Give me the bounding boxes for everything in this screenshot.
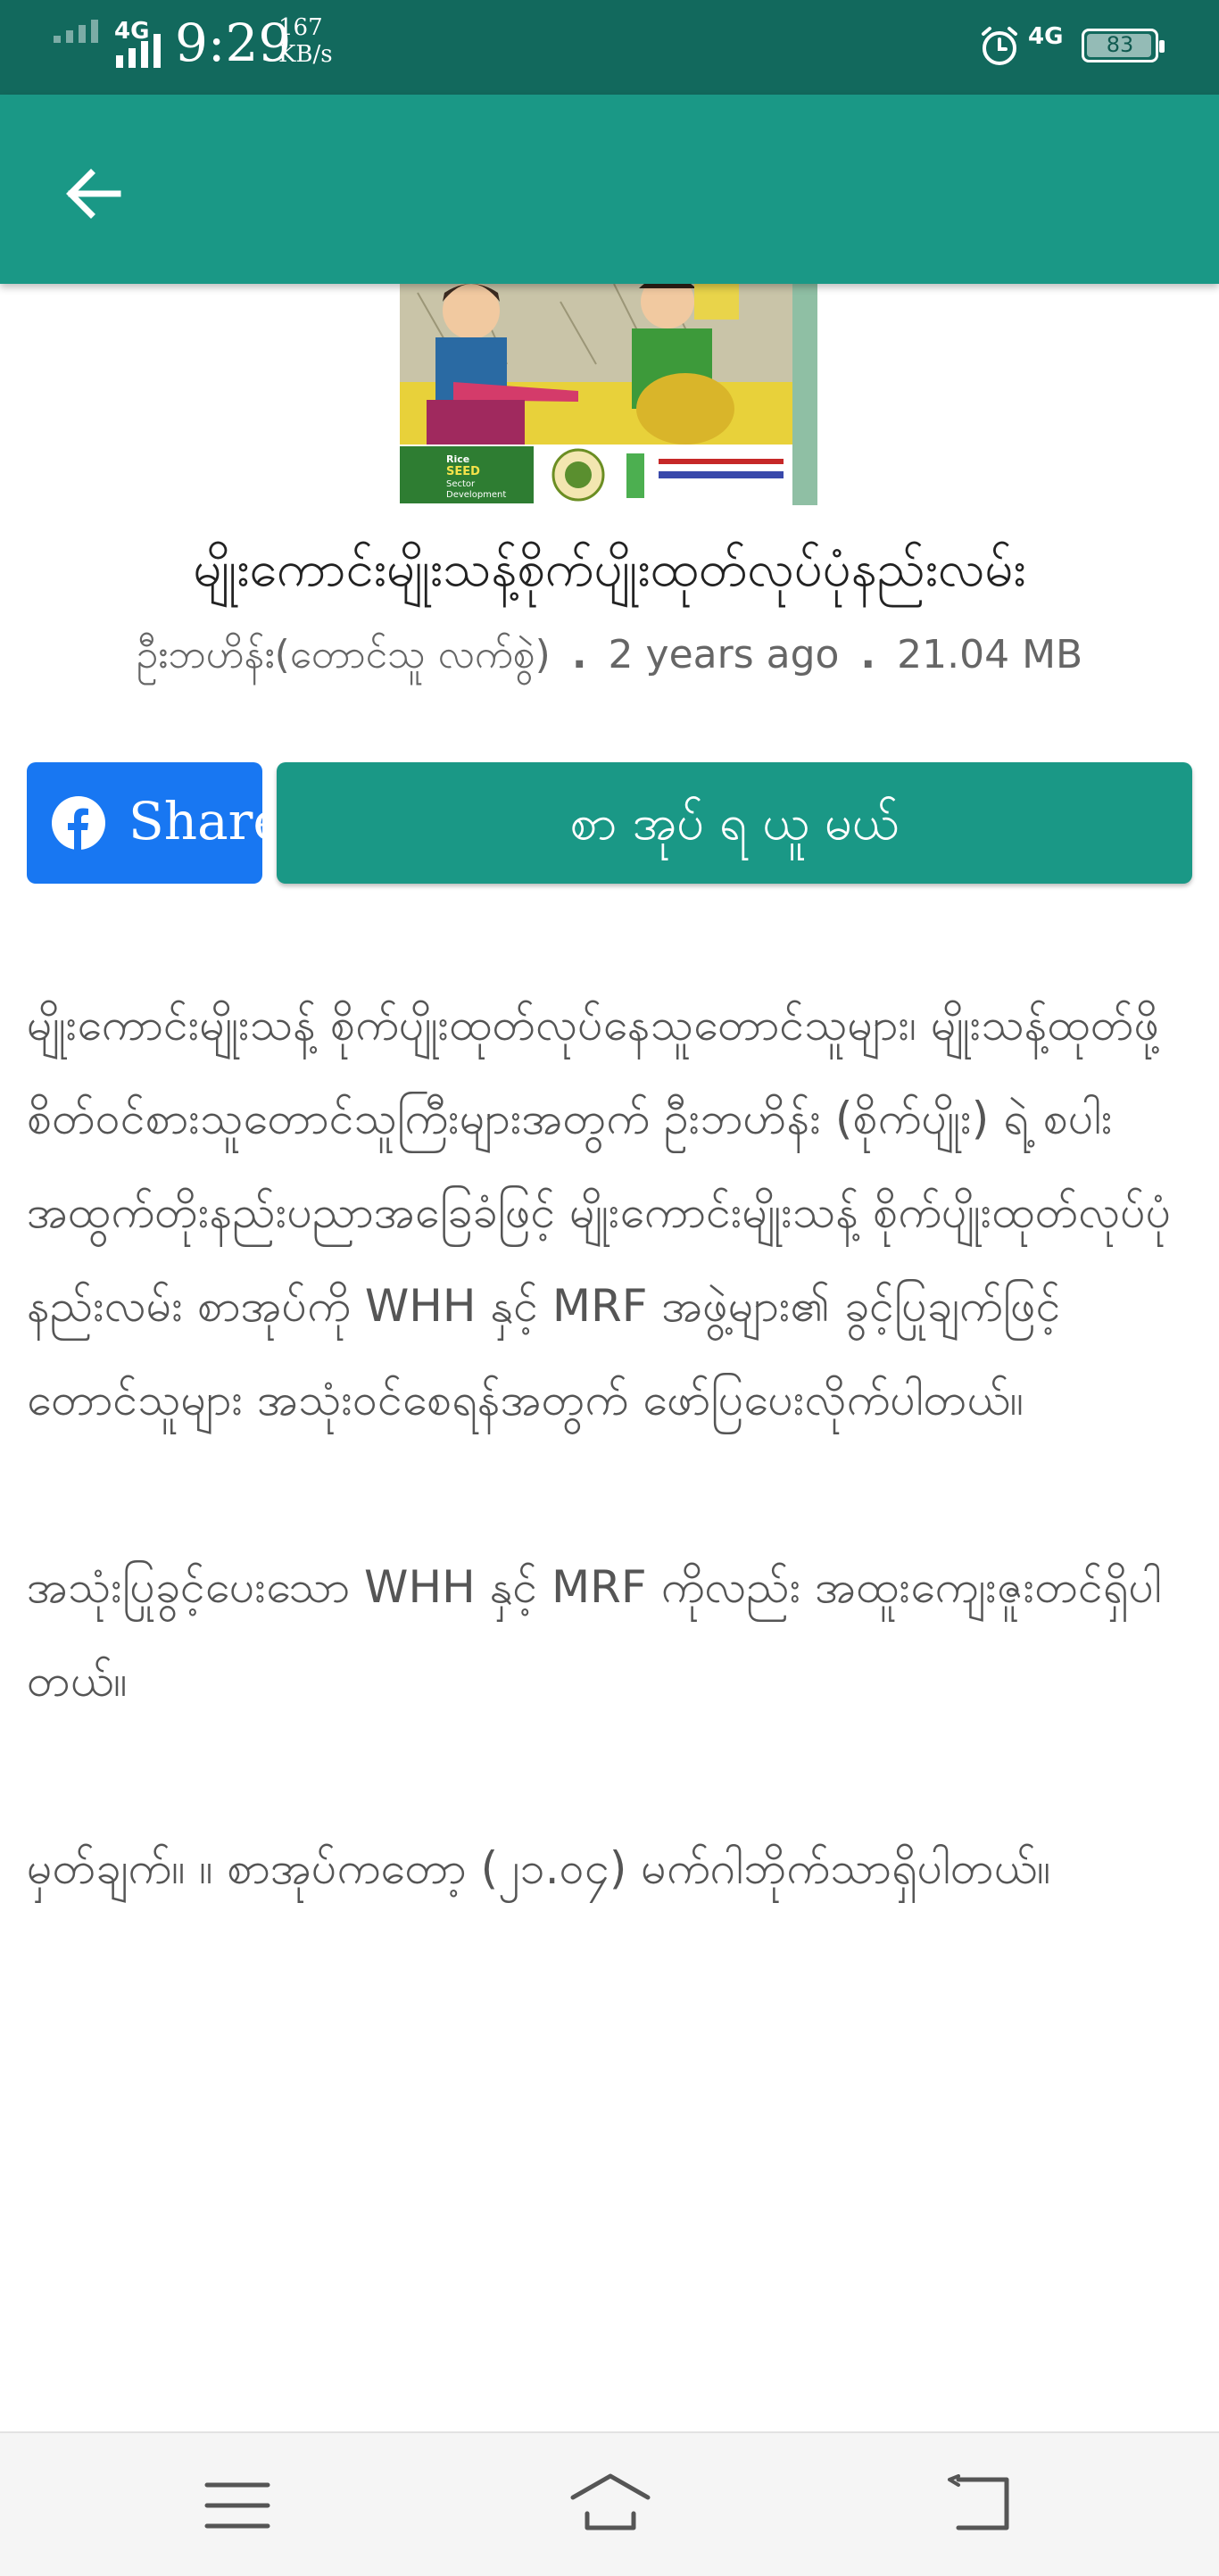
get-book-button[interactable]: စာ အုပ် ရ ယူ မယ်	[277, 762, 1192, 884]
book-cover-illustration: Rice SEED Sector Development	[400, 284, 817, 505]
book-author: ဦးဘဟိန်း(တောင်သူ လက်စွဲ)	[136, 632, 551, 677]
battery-level: 83	[1106, 32, 1134, 57]
facebook-share-button[interactable]: Share	[27, 762, 284, 884]
signal-strength-icon	[116, 25, 161, 68]
menu-icon[interactable]	[203, 2480, 271, 2531]
speed-unit: KB/s	[278, 41, 333, 68]
battery-icon: 83	[1082, 29, 1165, 62]
arrow-left-icon[interactable]	[54, 154, 134, 234]
separator-dot: .	[571, 632, 587, 677]
book-size: 21.04 MB	[897, 632, 1083, 677]
share-label: Share	[129, 791, 284, 852]
separator-dot: .	[860, 632, 876, 677]
book-meta: ဦးဘဟိန်း(တောင်သူ လက်စွဲ) . 2 years ago .…	[0, 630, 1219, 687]
alarm-icon	[982, 27, 1017, 65]
clock: 9:29	[175, 12, 292, 73]
book-description: မျိုးကောင်းမျိုးသန့် စိုက်ပျိုးထုတ်လုပ်န…	[27, 999, 1172, 1894]
app-bar	[0, 95, 1219, 284]
cover-logo-line-4: Development	[446, 490, 506, 500]
home-icon[interactable]	[568, 2472, 653, 2535]
book-cover: Rice SEED Sector Development	[400, 284, 817, 505]
back-icon[interactable]	[946, 2474, 1012, 2533]
facebook-icon	[52, 796, 105, 850]
book-age: 2 years ago	[608, 632, 840, 677]
cover-logo-line-1: Rice	[446, 453, 469, 465]
cover-logo-line-3: Sector	[446, 479, 476, 489]
book-title: မျိုးကောင်းမျိုးသန့်စိုက်ပျိုးထုတ်လုပ်ပု…	[193, 540, 1026, 598]
status-bar: 4G 9:29 167 KB/s 4G 83	[0, 0, 1219, 95]
speed-value: 167	[278, 14, 323, 41]
network-type-right: 4G	[1028, 23, 1064, 50]
network-speed: 167 KB/s	[278, 14, 333, 68]
system-navigation-bar	[0, 2431, 1219, 2576]
cover-logo-line-2: SEED	[446, 465, 480, 478]
